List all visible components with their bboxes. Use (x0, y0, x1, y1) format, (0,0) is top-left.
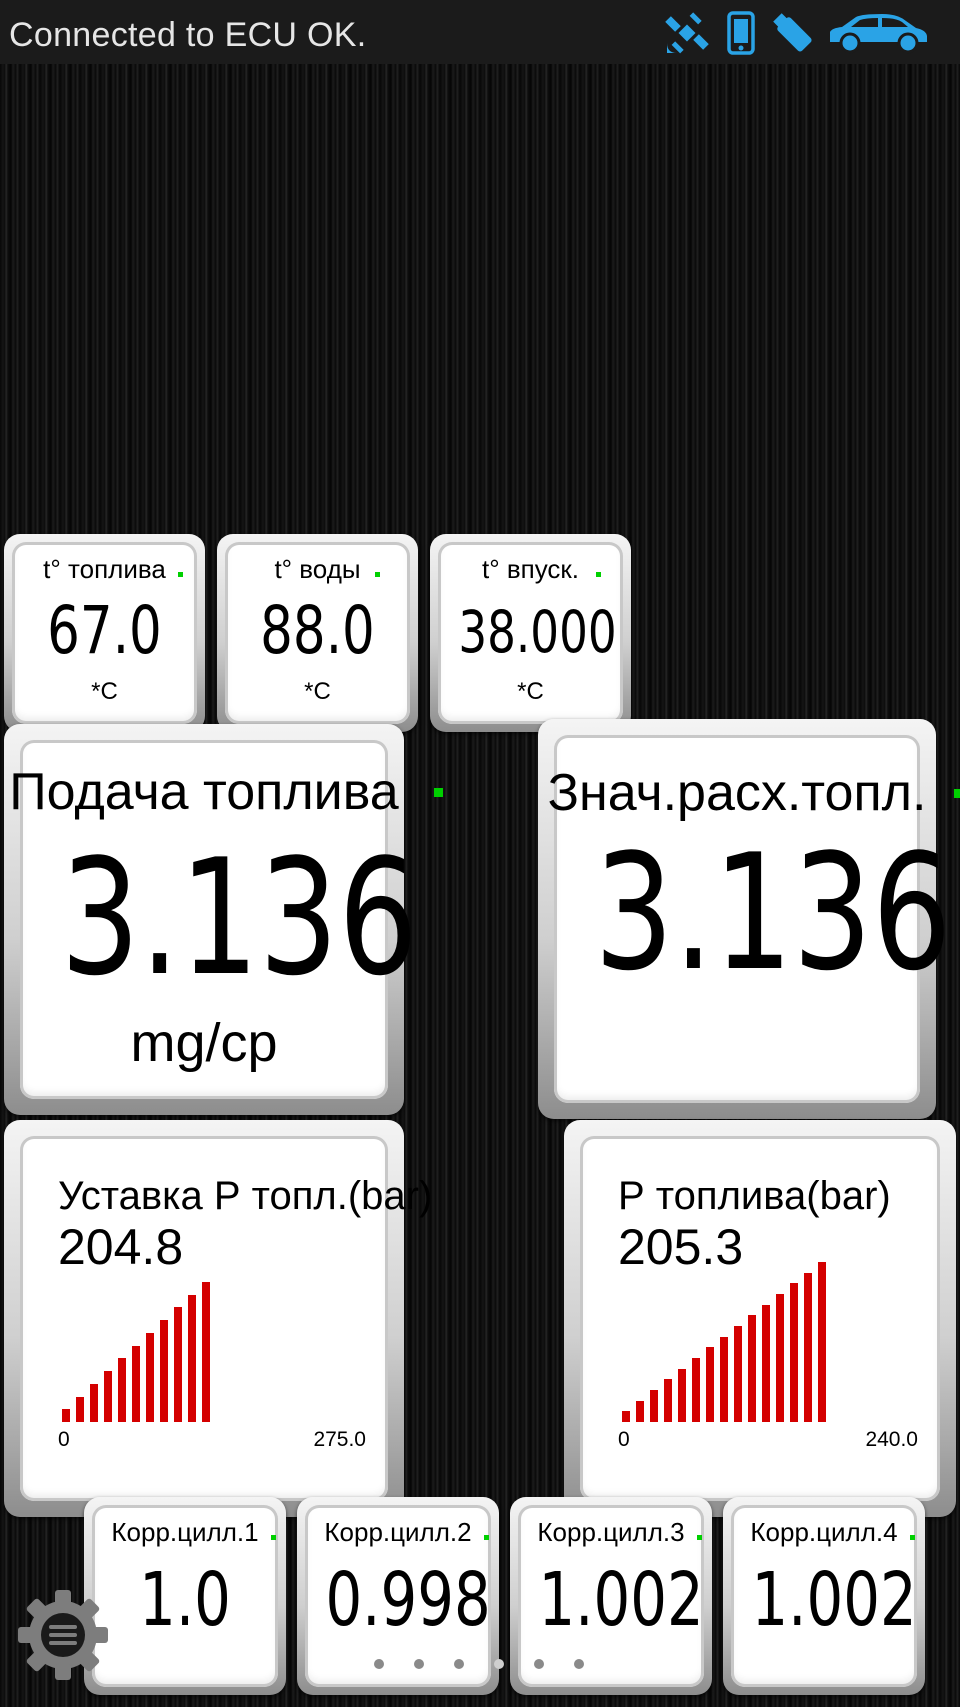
bar-segment (734, 1326, 742, 1422)
gauge-intake-temp[interactable]: t° впуск. 38.000 *C (430, 534, 631, 732)
bar-segment (132, 1346, 140, 1422)
gauge-fuel-consumption[interactable]: Знач.расх.топл. 3.136 (538, 719, 960, 1119)
gauge-value: 204.8 (58, 1219, 184, 1275)
status-indicator (375, 572, 380, 577)
scale-max-label: 275.0 (313, 1428, 366, 1451)
gauge-label: Знач.расх.топл. (547, 764, 927, 822)
phone-icon (727, 11, 755, 55)
bar-segment (146, 1333, 154, 1422)
gauge-value: 88.0 (260, 592, 375, 669)
gauge-unit: *C (517, 678, 544, 705)
gauge-unit: *C (91, 678, 118, 705)
gauge-fuel-delivery[interactable]: Подача топлива 3.136 mg/cp (4, 724, 443, 1115)
gauge-value: 0.998 (325, 1557, 491, 1643)
status-indicator (910, 1535, 915, 1540)
bar-segment (720, 1337, 728, 1422)
bar-segment (622, 1411, 630, 1422)
bar-segment (790, 1283, 798, 1422)
gauge-value: 38.000 (458, 598, 617, 666)
status-indicator (271, 1535, 276, 1540)
gauge-fuel-pressure[interactable]: Р топлива(bar) 205.3 0 240.0 (564, 1120, 956, 1517)
status-bar: Connected to ECU OK. (0, 0, 960, 64)
connection-status-text: Connected to ECU OK. (9, 16, 367, 54)
bar-segment (62, 1409, 70, 1422)
bar-segment (160, 1320, 168, 1422)
gauge-label: t° воды (274, 554, 361, 584)
bar-segment (118, 1358, 126, 1422)
gauge-value: 1.0 (139, 1557, 231, 1643)
page-dot-current[interactable] (494, 1659, 504, 1669)
bar-graph (622, 1262, 862, 1422)
scale-max-label: 240.0 (865, 1428, 918, 1451)
bar-segment (762, 1305, 770, 1422)
gear-menu-icon[interactable] (16, 1588, 110, 1682)
gauge-value: 1.002 (751, 1557, 917, 1643)
gauge-value: 1.002 (538, 1557, 704, 1643)
status-indicator (697, 1535, 702, 1540)
bar-segment (76, 1397, 84, 1422)
status-indicator (954, 789, 960, 798)
scale-min-label: 0 (618, 1428, 630, 1451)
status-indicator (596, 572, 601, 577)
scale-min-label: 0 (58, 1428, 70, 1451)
gauge-label: t° впуск. (481, 554, 580, 584)
page-dot[interactable] (414, 1659, 424, 1669)
gauge-label: Подача топлива (9, 763, 399, 821)
gauge-label: Корр.цилл.1 (111, 1517, 259, 1547)
gauge-label: Уставка Р топл.(bar) (58, 1174, 433, 1218)
gauge-label: Р топлива(bar) (618, 1174, 891, 1218)
gauge-cyl-2[interactable]: Корр.цилл.2 0.998 (297, 1497, 499, 1695)
gauge-label: Корр.цилл.2 (324, 1517, 472, 1547)
bar-segment (818, 1262, 826, 1422)
bar-segment (678, 1369, 686, 1422)
gauge-fuel-temp[interactable]: t° топлива 67.0 *C (4, 534, 205, 732)
gauge-value: 3.136 (60, 824, 418, 1011)
status-indicator (434, 788, 443, 797)
gauge-label: t° топлива (43, 554, 166, 584)
gauge-value: 3.136 (594, 819, 952, 1006)
page-dot[interactable] (534, 1659, 544, 1669)
gauge-label: Корр.цилл.3 (537, 1517, 685, 1547)
page-dot[interactable] (454, 1659, 464, 1669)
gauge-fuel-pressure-setpoint[interactable]: Уставка Р топл.(bar) 204.8 0 275.0 (4, 1120, 432, 1517)
bar-segment (748, 1315, 756, 1422)
car-icon (830, 14, 927, 54)
bar-segment (706, 1347, 714, 1422)
bar-segment (636, 1401, 644, 1422)
bar-segment (104, 1371, 112, 1422)
gauge-cyl-4[interactable]: Корр.цилл.4 1.002 (723, 1497, 925, 1695)
status-indicator (484, 1535, 489, 1540)
gauge-cyl-1[interactable]: Корр.цилл.1 1.0 (84, 1497, 286, 1695)
bar-segment (804, 1273, 812, 1422)
bar-segment (188, 1295, 196, 1422)
bar-segment (202, 1282, 210, 1422)
usb-icon (773, 13, 812, 52)
gauge-label: Корр.цилл.4 (750, 1517, 898, 1547)
bar-segment (664, 1379, 672, 1422)
bar-segment (692, 1358, 700, 1422)
satellite-icon (665, 12, 709, 54)
bar-segment (650, 1390, 658, 1422)
gauge-water-temp[interactable]: t° воды 88.0 *C (217, 534, 418, 732)
bar-graph (62, 1282, 272, 1422)
gauge-unit: mg/cp (130, 1013, 278, 1073)
gauge-unit: *C (304, 678, 331, 705)
page-dot[interactable] (374, 1659, 384, 1669)
page-dot[interactable] (574, 1659, 584, 1669)
bar-segment (90, 1384, 98, 1422)
bar-segment (174, 1307, 182, 1422)
gauge-value: 67.0 (47, 592, 162, 669)
bar-segment (776, 1294, 784, 1422)
status-indicator (178, 572, 183, 577)
